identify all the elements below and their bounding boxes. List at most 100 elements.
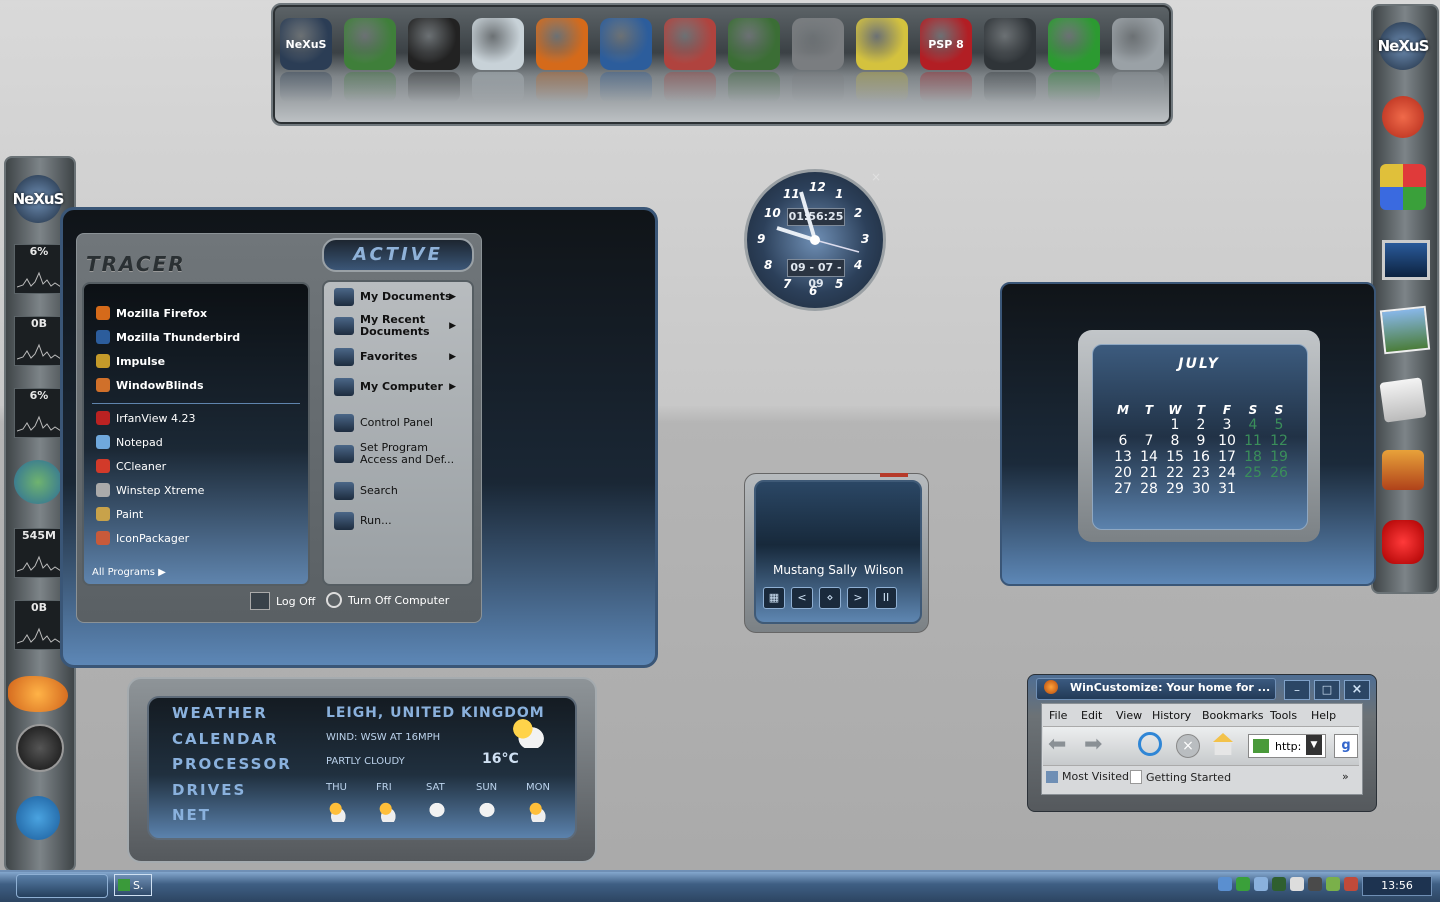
calendar-day[interactable]: 25 [1240, 465, 1266, 481]
calendar-day[interactable]: 15 [1162, 449, 1188, 465]
google-search-icon[interactable]: g [1334, 734, 1358, 758]
calendar-day[interactable]: 9 [1188, 433, 1214, 449]
calendar-day[interactable]: 7 [1136, 433, 1162, 449]
calendar-day[interactable]: 29 [1162, 481, 1188, 497]
place-item[interactable]: Favorites ▶ [334, 348, 464, 366]
camera-icon[interactable] [728, 18, 780, 70]
cubes-icon[interactable] [1380, 164, 1426, 210]
calendar-day[interactable]: 16 [1188, 449, 1214, 465]
toolbox-icon[interactable] [1382, 450, 1424, 490]
calendar-day[interactable]: 27 [1110, 481, 1136, 497]
calendar-day[interactable]: 13 [1110, 449, 1136, 465]
recent-program[interactable]: Paint [96, 507, 143, 521]
calendar-day[interactable]: 22 [1162, 465, 1188, 481]
start-button[interactable] [16, 874, 108, 898]
tray-icon[interactable] [1272, 877, 1286, 891]
menu-view[interactable]: View [1116, 709, 1142, 722]
pinned-program[interactable]: WindowBlinds [96, 378, 204, 392]
place-item[interactable]: My Documents ▶ [334, 288, 464, 306]
calendar-day[interactable]: 28 [1136, 481, 1162, 497]
log-off-button[interactable]: Log Off [250, 592, 315, 610]
place-item[interactable]: Search [334, 482, 464, 500]
calendar-day[interactable]: 11 [1240, 433, 1266, 449]
mail-globe-icon[interactable] [14, 460, 62, 504]
menu-edit[interactable]: Edit [1081, 709, 1102, 722]
paint-brushes-icon[interactable] [856, 18, 908, 70]
menu-file[interactable]: File [1049, 709, 1067, 722]
calendar-day[interactable]: 23 [1188, 465, 1214, 481]
gauge-icon[interactable] [16, 724, 64, 772]
calendar-day[interactable]: 24 [1214, 465, 1240, 481]
recent-program[interactable]: IconPackager [96, 531, 189, 545]
place-item[interactable]: Set Program Access and Def... [334, 442, 464, 466]
turn-off-button[interactable]: Turn Off Computer [326, 592, 449, 608]
monitor-icon[interactable] [1382, 240, 1430, 280]
tray-icon[interactable] [1236, 877, 1250, 891]
place-item[interactable]: Run... [334, 512, 464, 530]
calendar-day[interactable]: 26 [1266, 465, 1292, 481]
place-item[interactable]: My Recent Documents ▶ [334, 314, 464, 338]
calendar-day[interactable]: 8 [1162, 433, 1188, 449]
tray-icon[interactable] [1218, 877, 1232, 891]
recent-program[interactable]: Notepad [96, 435, 163, 449]
tray-icon[interactable] [1344, 877, 1358, 891]
calendar-day[interactable]: 21 [1136, 465, 1162, 481]
calendar-day[interactable]: 18 [1240, 449, 1266, 465]
calendar-day[interactable]: 6 [1110, 433, 1136, 449]
nexus-logo-left[interactable]: NeXuS [13, 175, 64, 223]
calendar-day[interactable]: 1 [1162, 417, 1188, 433]
ccleaner-icon[interactable] [1382, 96, 1424, 138]
pictures-icon[interactable] [1379, 305, 1431, 355]
calendar-day[interactable]: 20 [1110, 465, 1136, 481]
menu-tools[interactable]: Tools [1270, 709, 1297, 722]
calendar-day[interactable]: 5 [1266, 417, 1292, 433]
analog-clock[interactable]: 121234567891011 01:56:25 09 - 07 - 09 [744, 169, 886, 311]
clock-close-icon[interactable]: × [871, 170, 881, 184]
all-programs-button[interactable]: All Programs ▶ [92, 567, 166, 578]
calendar-day[interactable]: 31 [1214, 481, 1240, 497]
calendar-day[interactable]: 12 [1266, 433, 1292, 449]
shuffle-button[interactable]: ⋄ [819, 587, 841, 609]
uninstall-icon[interactable] [664, 18, 716, 70]
tray-icon[interactable] [1326, 877, 1340, 891]
pinned-program[interactable]: Mozilla Firefox [96, 306, 207, 320]
puzzle-icon[interactable] [1382, 520, 1424, 564]
menu-bookmarks[interactable]: Bookmarks [1202, 709, 1263, 722]
recycle-bin-icon[interactable] [472, 18, 524, 70]
thunderbird-icon[interactable] [600, 18, 652, 70]
address-dropdown-button[interactable]: ▼ [1306, 735, 1322, 755]
calendar-day[interactable]: 14 [1136, 449, 1162, 465]
firefox-icon[interactable] [536, 18, 588, 70]
taskbar-task[interactable]: S. [114, 874, 152, 896]
calendar-day[interactable]: 3 [1214, 417, 1240, 433]
menu-help[interactable]: Help [1311, 709, 1336, 722]
place-item[interactable]: My Computer ▶ [334, 378, 464, 396]
recent-program[interactable]: Winstep Xtreme [96, 483, 204, 497]
calendar-day[interactable]: 30 [1188, 481, 1214, 497]
weather-menu-item[interactable]: CALENDAR [172, 730, 279, 748]
weather-menu-item[interactable]: NET [172, 806, 211, 824]
weather-menu-item[interactable]: PROCESSOR [172, 755, 292, 773]
calendar-day[interactable]: 17 [1214, 449, 1240, 465]
pause-button[interactable]: II [875, 587, 897, 609]
recent-program[interactable]: CCleaner [96, 459, 166, 473]
news-icon[interactable] [792, 18, 844, 70]
tray-icon[interactable] [1290, 877, 1304, 891]
forward-icon[interactable]: ➡ [1084, 734, 1102, 756]
taskbar-clock[interactable]: 13:56 [1362, 876, 1432, 896]
objectdock-icon[interactable] [16, 796, 60, 840]
playlist-button[interactable]: ▦ [763, 587, 785, 609]
bookmarks-more-button[interactable]: » [1342, 770, 1349, 783]
minimize-button[interactable]: – [1284, 680, 1310, 700]
goldfish-icon[interactable] [8, 676, 68, 712]
bookmark-getting-started[interactable]: Getting Started [1130, 770, 1231, 784]
close-button[interactable]: × [1344, 680, 1370, 700]
pinned-program[interactable]: Impulse [96, 354, 165, 368]
nexus-icon[interactable]: NeXuS [280, 18, 332, 70]
calendar-day[interactable]: 10 [1214, 433, 1240, 449]
stop-icon[interactable]: × [1176, 734, 1200, 758]
back-icon[interactable]: ⬅ [1048, 734, 1066, 756]
webcam-icon[interactable] [1048, 18, 1100, 70]
windows-icon[interactable] [344, 18, 396, 70]
tray-icon[interactable] [1308, 877, 1322, 891]
